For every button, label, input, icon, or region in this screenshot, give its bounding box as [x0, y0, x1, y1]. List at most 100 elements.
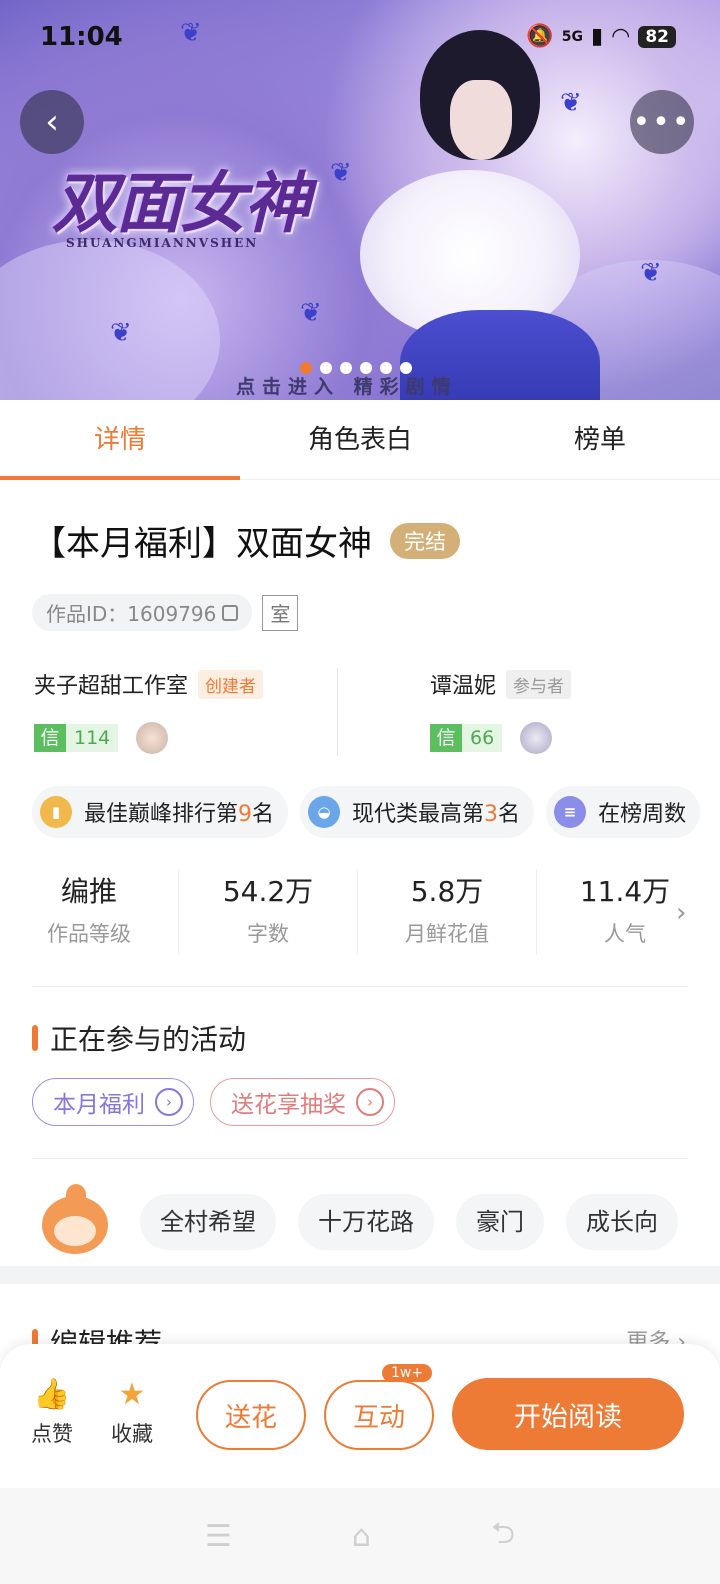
participant-block[interactable]: 谭温妮 参与者 信 66: [430, 668, 572, 754]
menu-icon[interactable]: ☰: [205, 1519, 232, 1554]
home-icon[interactable]: ⌂: [352, 1519, 371, 1554]
tag-chip[interactable]: 豪门: [456, 1194, 544, 1250]
trust-label: 信: [430, 724, 462, 752]
activities-title: 正在参与的活动: [50, 1023, 247, 1056]
more-options-button[interactable]: •••: [630, 90, 694, 154]
chevron-left-icon: ‹: [45, 102, 59, 142]
work-stats[interactable]: 编推 作品等级 54.2万 字数 5.8万 月鲜花值 11.4万 人气 ›: [0, 870, 720, 958]
banner-character-figure: [360, 20, 610, 400]
work-title: 【本月福利】双面女神: [32, 524, 372, 564]
chevron-right-icon: ›: [356, 1088, 384, 1116]
carousel-dot[interactable]: [380, 362, 392, 374]
rank-chip-modern[interactable]: ◒ 现代类最高第3名: [300, 786, 535, 838]
tab-rankings[interactable]: 榜单: [480, 400, 720, 479]
bag-icon: ◒: [308, 796, 341, 828]
activity-flower-lottery[interactable]: 送花享抽奖 ›: [210, 1078, 395, 1126]
rank-chip-weeks[interactable]: ≡ 在榜周数: [546, 786, 701, 838]
start-reading-button[interactable]: 开始阅读: [452, 1378, 684, 1450]
cover-logo-title: 双面女神: [52, 164, 310, 242]
stat-label: 作品等级: [47, 922, 131, 946]
work-detail-page: ❦ ❦ ❦ ❦ ❦ ❦ 双面女神 SHUANGMIANNVSHEN 点击进入 精…: [0, 0, 720, 1584]
participant-avatar[interactable]: [520, 722, 553, 754]
trust-value: 66: [462, 724, 503, 752]
rank-text: 现代类最高第3名: [352, 802, 521, 827]
tag-chip[interactable]: 成长向: [566, 1194, 678, 1250]
like-button[interactable]: 👍 点赞: [22, 1376, 82, 1448]
cover-enter-text: 点击进入 精彩剧情: [236, 376, 458, 398]
stat-word-count: 54.2万 字数: [179, 870, 357, 958]
stat-value: 编推: [60, 875, 117, 908]
room-badge[interactable]: 室: [262, 594, 299, 631]
section-accent-bar: [32, 1025, 38, 1051]
section-divider: [32, 1158, 688, 1159]
bottom-action-bar: 👍 点赞 ★ 收藏 送花 互动 1w+ 开始阅读: [0, 1344, 720, 1488]
star-icon: ★: [118, 1377, 146, 1412]
activity-label: 送花享抽奖: [231, 1092, 346, 1118]
carousel-dot[interactable]: [340, 362, 352, 374]
more-dots-icon: •••: [632, 104, 692, 140]
tab-character-confession[interactable]: 角色表白: [240, 400, 480, 479]
work-id-chip[interactable]: 作品ID：1609796: [32, 594, 253, 631]
trust-score: 信 114: [34, 724, 119, 752]
carousel-dot[interactable]: [300, 362, 312, 374]
interact-button[interactable]: 互动: [324, 1380, 434, 1450]
tag-chip[interactable]: 全村希望: [140, 1194, 276, 1250]
stat-popularity: 11.4万 人气: [537, 870, 713, 958]
stat-value: 11.4万: [579, 875, 671, 908]
character-face: [450, 80, 512, 160]
work-title-row: 【本月福利】双面女神 完结: [32, 516, 460, 565]
status-badge: 完结: [390, 522, 460, 559]
chevron-right-icon[interactable]: ›: [676, 898, 686, 928]
rank-text: 在榜周数: [598, 802, 687, 827]
rank-chip-peak[interactable]: ▮ 最佳巅峰排行第9名: [32, 786, 289, 838]
activity-monthly-welfare[interactable]: 本月福利 ›: [32, 1078, 194, 1126]
carousel-indicator: [300, 362, 412, 374]
favorite-label: 收藏: [111, 1422, 153, 1446]
favorite-button[interactable]: ★ 收藏: [102, 1376, 162, 1448]
carousel-dot[interactable]: [400, 362, 412, 374]
back-button[interactable]: ‹: [20, 90, 84, 154]
thumbs-up-icon: 👍: [33, 1377, 71, 1412]
send-flower-button[interactable]: 送花: [196, 1380, 306, 1450]
butterfly-icon: ❦: [330, 158, 352, 188]
trust-value: 114: [66, 724, 119, 752]
creator-avatar[interactable]: [136, 722, 169, 754]
battery-indicator: 82: [638, 25, 676, 48]
signal-icon: ▮: [591, 24, 604, 49]
carousel-dot[interactable]: [360, 362, 372, 374]
chart-icon: ▮: [40, 796, 72, 828]
trust-score: 信 66: [430, 724, 503, 752]
butterfly-icon: ❦: [180, 18, 202, 48]
stat-value: 54.2万: [222, 875, 314, 908]
butterfly-icon: ❦: [300, 298, 322, 328]
copy-icon[interactable]: [222, 604, 239, 621]
tag-chip[interactable]: 十万花路: [298, 1194, 434, 1250]
like-label: 点赞: [31, 1422, 73, 1446]
trust-label: 信: [34, 724, 66, 752]
activity-chips: 本月福利 › 送花享抽奖 ›: [32, 1078, 395, 1126]
creator-name[interactable]: 夹子超甜工作室: [34, 668, 188, 700]
cover-logo-subtitle: SHUANGMIANNVSHEN: [66, 236, 259, 250]
butterfly-icon: ❦: [560, 88, 582, 118]
butterfly-icon: ❦: [640, 258, 662, 288]
back-icon[interactable]: ⮌: [491, 1511, 515, 1562]
rank-text: 最佳巅峰排行第9名: [84, 802, 275, 827]
stat-label: 字数: [247, 922, 289, 946]
interact-count-badge: 1w+: [382, 1364, 433, 1382]
butterfly-icon: ❦: [110, 318, 132, 348]
participant-name[interactable]: 谭温妮: [430, 668, 496, 700]
stat-label: 月鲜花值: [405, 922, 489, 946]
section-separator-band: [0, 1266, 720, 1284]
creator-block[interactable]: 夹子超甜工作室 创建者 信 114: [34, 668, 264, 754]
network-type: 5G: [561, 28, 584, 45]
rank-chips: ▮ 最佳巅峰排行第9名 ◒ 现代类最高第3名 ≡ 在榜周数: [32, 786, 701, 838]
stat-value: 5.8万: [410, 875, 484, 908]
participant-role-badge: 参与者: [506, 669, 572, 699]
activity-label: 本月福利: [53, 1092, 145, 1118]
activities-heading: 正在参与的活动: [32, 1018, 246, 1058]
creator-divider: [337, 668, 338, 756]
tab-details[interactable]: 详情: [0, 400, 240, 480]
stat-monthly-flowers: 5.8万 月鲜花值: [358, 870, 536, 958]
cover-banner[interactable]: ❦ ❦ ❦ ❦ ❦ ❦ 双面女神 SHUANGMIANNVSHEN 点击进入 精…: [0, 0, 720, 400]
carousel-dot[interactable]: [320, 362, 332, 374]
